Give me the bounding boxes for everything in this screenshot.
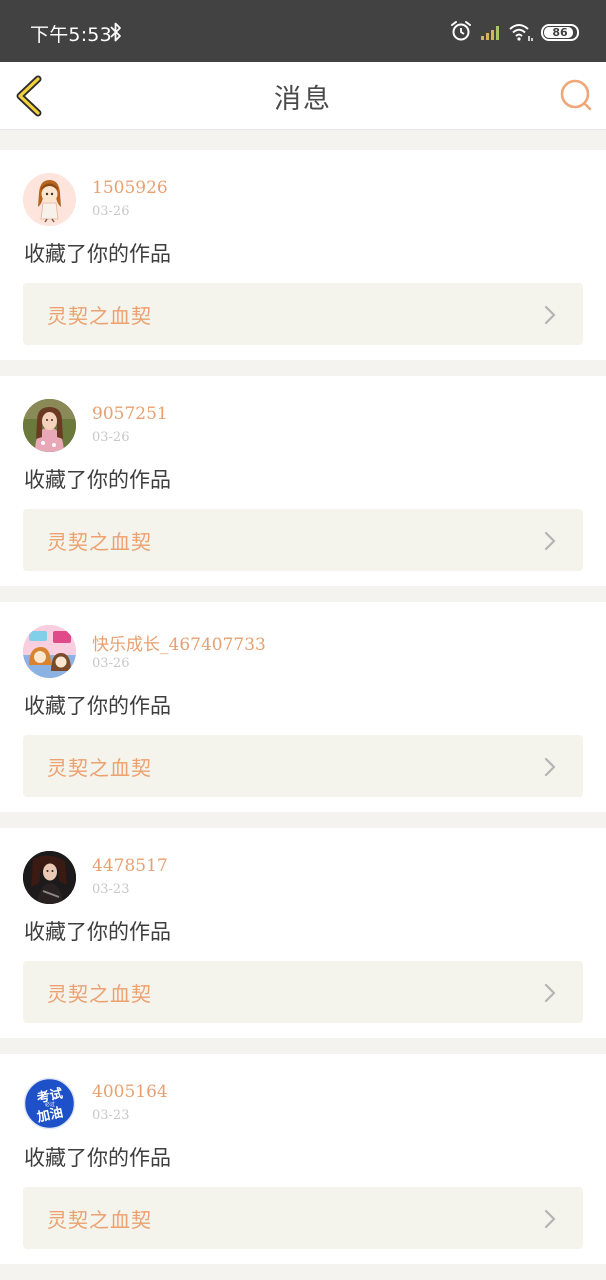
work-title: 灵契之血契 xyxy=(47,530,152,554)
message-text: 收藏了你的作品 xyxy=(24,242,171,266)
alarm-icon xyxy=(451,21,471,41)
cartoon-girl-avatar-icon xyxy=(23,173,76,226)
work-link[interactable]: 灵契之血契 xyxy=(23,961,583,1023)
chevron-right-icon xyxy=(544,531,556,551)
chevron-right-icon xyxy=(544,757,556,777)
username[interactable]: 4478517 xyxy=(92,856,168,876)
bluetooth-icon xyxy=(110,22,121,42)
exam-badge-avatar-icon: 考试 必过 加油 xyxy=(23,1077,76,1130)
message-card: 考试 必过 加油 4005164 03-23 收藏了你的作品 灵契之血契 xyxy=(0,1054,606,1264)
search-icon xyxy=(560,79,592,111)
message-text: 收藏了你的作品 xyxy=(24,1146,171,1170)
message-date: 03-26 xyxy=(92,204,130,219)
battery-icon: 86 xyxy=(541,24,579,41)
user-avatar[interactable] xyxy=(23,851,76,904)
chevron-right-icon xyxy=(544,983,556,1003)
dark-character-avatar-icon xyxy=(23,851,76,904)
work-title: 灵契之血契 xyxy=(47,1208,152,1232)
user-avatar[interactable]: 考试 必过 加油 xyxy=(23,1077,76,1130)
message-date: 03-26 xyxy=(92,656,130,671)
chevron-right-icon xyxy=(544,305,556,325)
battery-level: 86 xyxy=(552,26,568,39)
work-link[interactable]: 灵契之血契 xyxy=(23,283,583,345)
message-date: 03-26 xyxy=(92,430,130,445)
message-date: 03-23 xyxy=(92,1108,130,1123)
page-title: 消息 xyxy=(274,84,332,115)
username[interactable]: 快乐成长_467407733 xyxy=(92,630,266,655)
work-link[interactable]: 灵契之血契 xyxy=(23,735,583,797)
message-text: 收藏了你的作品 xyxy=(24,694,171,718)
signal-icon xyxy=(481,26,499,40)
anime-collage-avatar-icon xyxy=(23,625,76,678)
user-avatar[interactable] xyxy=(23,625,76,678)
message-text: 收藏了你的作品 xyxy=(24,920,171,944)
wifi-icon xyxy=(509,24,533,41)
message-card: 4478517 03-23 收藏了你的作品 灵契之血契 xyxy=(0,828,606,1038)
status-time: 下午5:53 xyxy=(30,24,112,46)
work-link[interactable]: 灵契之血契 xyxy=(23,1187,583,1249)
message-card: 9057251 03-26 收藏了你的作品 灵契之血契 xyxy=(0,376,606,586)
search-button[interactable] xyxy=(558,77,594,113)
header: 消息 xyxy=(0,62,606,130)
work-title: 灵契之血契 xyxy=(47,304,152,328)
username[interactable]: 1505926 xyxy=(92,178,168,198)
message-card: 1505926 03-26 收藏了你的作品 灵契之血契 xyxy=(0,150,606,360)
message-date: 03-23 xyxy=(92,882,130,897)
user-avatar[interactable] xyxy=(23,173,76,226)
message-card: 快乐成长_467407733 03-26 收藏了你的作品 灵契之血契 xyxy=(0,602,606,812)
photo-girl-avatar-icon xyxy=(23,399,76,452)
message-text: 收藏了你的作品 xyxy=(24,468,171,492)
status-bar: 下午5:53 86 xyxy=(0,0,606,62)
user-avatar[interactable] xyxy=(23,399,76,452)
username[interactable]: 9057251 xyxy=(92,404,168,424)
work-title: 灵契之血契 xyxy=(47,756,152,780)
work-title: 灵契之血契 xyxy=(47,982,152,1006)
work-link[interactable]: 灵契之血契 xyxy=(23,509,583,571)
chevron-right-icon xyxy=(544,1209,556,1229)
username[interactable]: 4005164 xyxy=(92,1082,168,1102)
